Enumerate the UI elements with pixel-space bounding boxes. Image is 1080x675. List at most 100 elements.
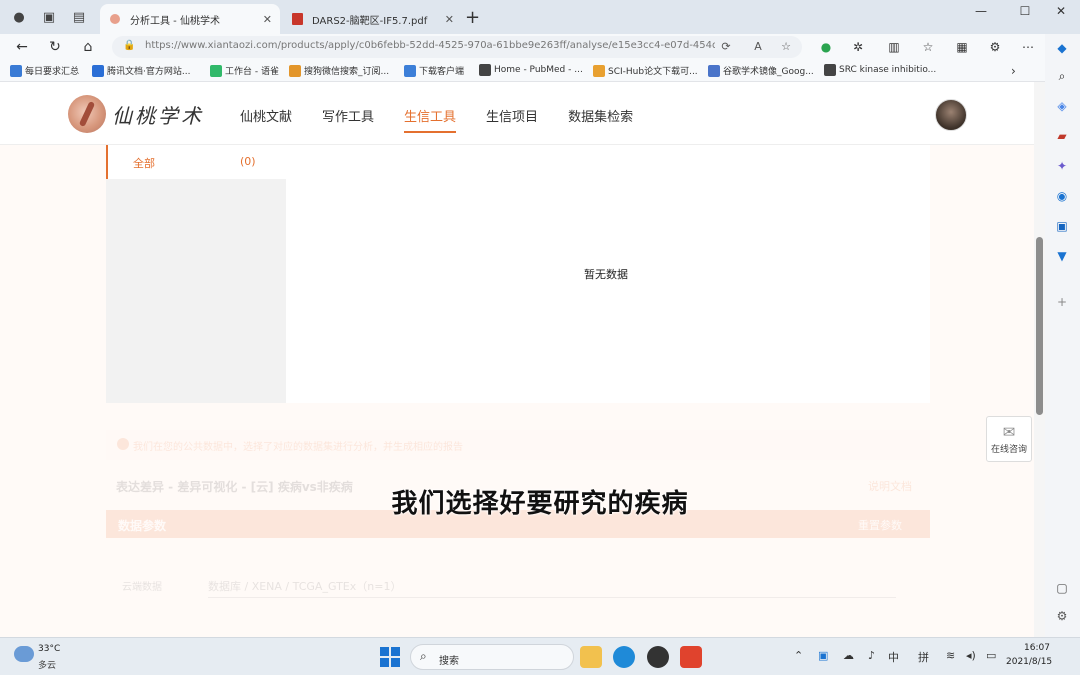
address-bar[interactable]: 🔒 https://www.xiantaozi.com/products/app… — [112, 36, 802, 58]
clock-time[interactable]: 16:07 — [1024, 643, 1050, 653]
drop-icon[interactable]: ▼ — [1052, 246, 1072, 266]
bookmark-icon — [404, 64, 416, 77]
filter-all-item[interactable]: 全部 (0) — [106, 145, 286, 179]
wps-office-icon[interactable] — [680, 646, 702, 668]
read-aloud-icon[interactable]: A — [750, 39, 766, 55]
edge-browser-icon[interactable] — [613, 646, 635, 668]
games-icon[interactable]: ✦ — [1052, 156, 1072, 176]
close-icon[interactable]: ✕ — [263, 13, 272, 26]
bookmark-item[interactable]: 工作台 - 语雀 — [210, 64, 279, 77]
extension-green-icon[interactable]: ● — [816, 37, 836, 57]
shopping-tag-icon[interactable]: ◈ — [1052, 96, 1072, 116]
bookmark-icon — [593, 64, 605, 77]
bookmark-item[interactable]: SRC kinase inhibitio... — [824, 64, 936, 76]
profile-icon[interactable]: ● — [8, 7, 30, 27]
pdf-icon — [290, 12, 304, 26]
tab-title: DARS2-脑靶区-IF5.7.pdf — [312, 15, 428, 27]
nav-dataset-search[interactable]: 数据集检索 — [568, 106, 633, 131]
minimize-button[interactable]: — — [966, 4, 996, 24]
search-icon[interactable]: ⌕ — [1052, 66, 1072, 86]
ime-mode-indicator[interactable]: 拼 — [918, 649, 929, 665]
bookmark-item[interactable]: SCI-Hub论文下载可... — [593, 64, 698, 77]
copilot-icon[interactable]: ◆ — [1052, 38, 1072, 58]
tab-xiantao[interactable]: 分析工具 - 仙桃学术 ✕ — [100, 4, 280, 34]
volume-icon[interactable]: ◂) — [966, 649, 976, 662]
settings-gear-icon[interactable]: ⚙ — [1052, 606, 1072, 626]
close-icon[interactable]: ✕ — [445, 13, 454, 26]
lock-icon[interactable]: 🔒 — [123, 40, 135, 51]
scrollbar-thumb[interactable] — [1036, 237, 1043, 415]
tab-title: 分析工具 - 仙桃学术 — [130, 15, 220, 27]
url-text[interactable]: https://www.xiantaozi.com/products/apply… — [145, 40, 715, 51]
tools-icon[interactable]: ▰ — [1052, 126, 1072, 146]
file-explorer-icon[interactable] — [580, 646, 602, 668]
office-icon[interactable]: ◉ — [1052, 186, 1072, 206]
logo-text: 仙桃学术 — [112, 103, 204, 128]
empty-state-text: 暂无数据 — [584, 268, 628, 281]
bookmark-icon — [10, 64, 22, 77]
extension-puzzle-icon[interactable]: ✲ — [848, 37, 868, 57]
tray-mic-icon[interactable]: ♪ — [868, 649, 875, 662]
cloud-data-label: 云端数据 — [122, 582, 162, 593]
taskbar-search[interactable]: ⌕ 搜索 — [410, 644, 574, 670]
filter-all-label: 全部 — [133, 157, 155, 170]
bookmark-icon — [210, 64, 222, 77]
battery-icon[interactable]: ▭ — [986, 649, 996, 662]
bookmark-item[interactable]: Home - PubMed - ... — [479, 64, 583, 76]
outlook-icon[interactable]: ▣ — [1052, 216, 1072, 236]
nav-bioinfo-tools[interactable]: 生信工具 — [404, 106, 457, 133]
add-icon[interactable]: + — [1052, 292, 1072, 312]
bookmark-item[interactable]: 搜狗微信搜索_订阅... — [289, 64, 389, 77]
wifi-icon[interactable]: ≋ — [946, 649, 955, 662]
weather-cloud-icon[interactable] — [14, 646, 34, 662]
nav-bioinfo-projects[interactable]: 生信项目 — [486, 106, 538, 131]
ime-indicator[interactable]: 中 — [888, 649, 899, 665]
screenshot-icon[interactable]: ▢ — [1052, 578, 1072, 598]
favorite-star-icon[interactable]: ☆ — [778, 39, 794, 55]
nav-literature[interactable]: 仙桃文献 — [240, 106, 292, 131]
notice-banner: 我们在您的公共数据中，选择了对应的数据集进行分析，并生成相应的报告 — [106, 430, 930, 460]
split-screen-icon[interactable]: ▥ — [884, 37, 904, 57]
back-button[interactable]: ← — [12, 37, 32, 57]
extensions-icon[interactable]: ⚙ — [985, 37, 1005, 57]
vertical-tabs-icon[interactable]: ▤ — [68, 7, 90, 27]
search-icon: ⌕ — [420, 649, 427, 663]
online-consult-button[interactable]: ✉ 在线咨询 — [986, 416, 1032, 462]
video-subtitle: 我们选择好要研究的疾病 — [391, 489, 689, 519]
bookmarks-overflow-chevron-icon[interactable]: › — [1011, 64, 1016, 78]
bookmark-item[interactable]: 每日要求汇总 — [10, 64, 79, 77]
maximize-button[interactable]: ☐ — [1010, 4, 1040, 24]
bookmark-item[interactable]: 腾讯文档·官方网站... — [92, 64, 190, 77]
bookmark-item[interactable]: 谷歌学术镜像_Goog... — [708, 64, 814, 77]
tray-cloud-icon[interactable]: ☁ — [843, 649, 854, 662]
cloud-data-select[interactable]: 数据库 / XENA / TCGA_GTEx（n=1） — [208, 576, 896, 598]
avatar[interactable] — [935, 99, 967, 131]
window-close-button[interactable]: ✕ — [1046, 4, 1076, 24]
site-header: 仙桃学术 仙桃文献 写作工具 生信工具 生信项目 数据集检索 — [0, 82, 1034, 145]
collections-icon[interactable]: ▦ — [952, 37, 972, 57]
nav-writing-tools[interactable]: 写作工具 — [322, 106, 374, 131]
weather-temp[interactable]: 33°C — [38, 644, 60, 654]
site-logo[interactable]: 仙桃学术 — [68, 95, 204, 133]
search-label: 搜索 — [439, 656, 459, 667]
wechat-chat-icon: ✉ — [1002, 423, 1016, 441]
filter-all-count: (0) — [240, 155, 256, 168]
tray-app-icon[interactable]: ▣ — [818, 649, 828, 662]
page-scrollbar[interactable] — [1034, 82, 1045, 637]
new-tab-button[interactable]: + — [465, 7, 480, 28]
windows-taskbar: 33°C 多云 ⌕ 搜索 ⌃ ▣ ☁ ♪ 中 拼 ≋ ◂) ▭ 16:07 20… — [0, 637, 1080, 675]
favorites-icon[interactable]: ☆ — [918, 37, 938, 57]
clock-date[interactable]: 2021/8/15 — [1006, 657, 1052, 667]
more-menu-icon[interactable]: ⋯ — [1018, 37, 1038, 57]
tab-pdf[interactable]: DARS2-脑靶区-IF5.7.pdf ✕ — [282, 4, 462, 34]
windows-start-icon[interactable] — [380, 647, 400, 667]
refresh-button[interactable]: ↻ — [45, 37, 65, 57]
translate-icon[interactable]: ⟳ — [718, 39, 734, 55]
home-button[interactable]: ⌂ — [78, 37, 98, 57]
dataset-filter-panel: 全部 (0) 暂无数据 — [106, 145, 930, 403]
bookmark-item[interactable]: 下载客户端 — [404, 64, 464, 77]
workspaces-icon[interactable]: ▣ — [38, 7, 60, 27]
app-icon[interactable] — [647, 646, 669, 668]
weather-desc[interactable]: 多云 — [38, 658, 56, 671]
tray-chevron-icon[interactable]: ⌃ — [794, 649, 803, 662]
